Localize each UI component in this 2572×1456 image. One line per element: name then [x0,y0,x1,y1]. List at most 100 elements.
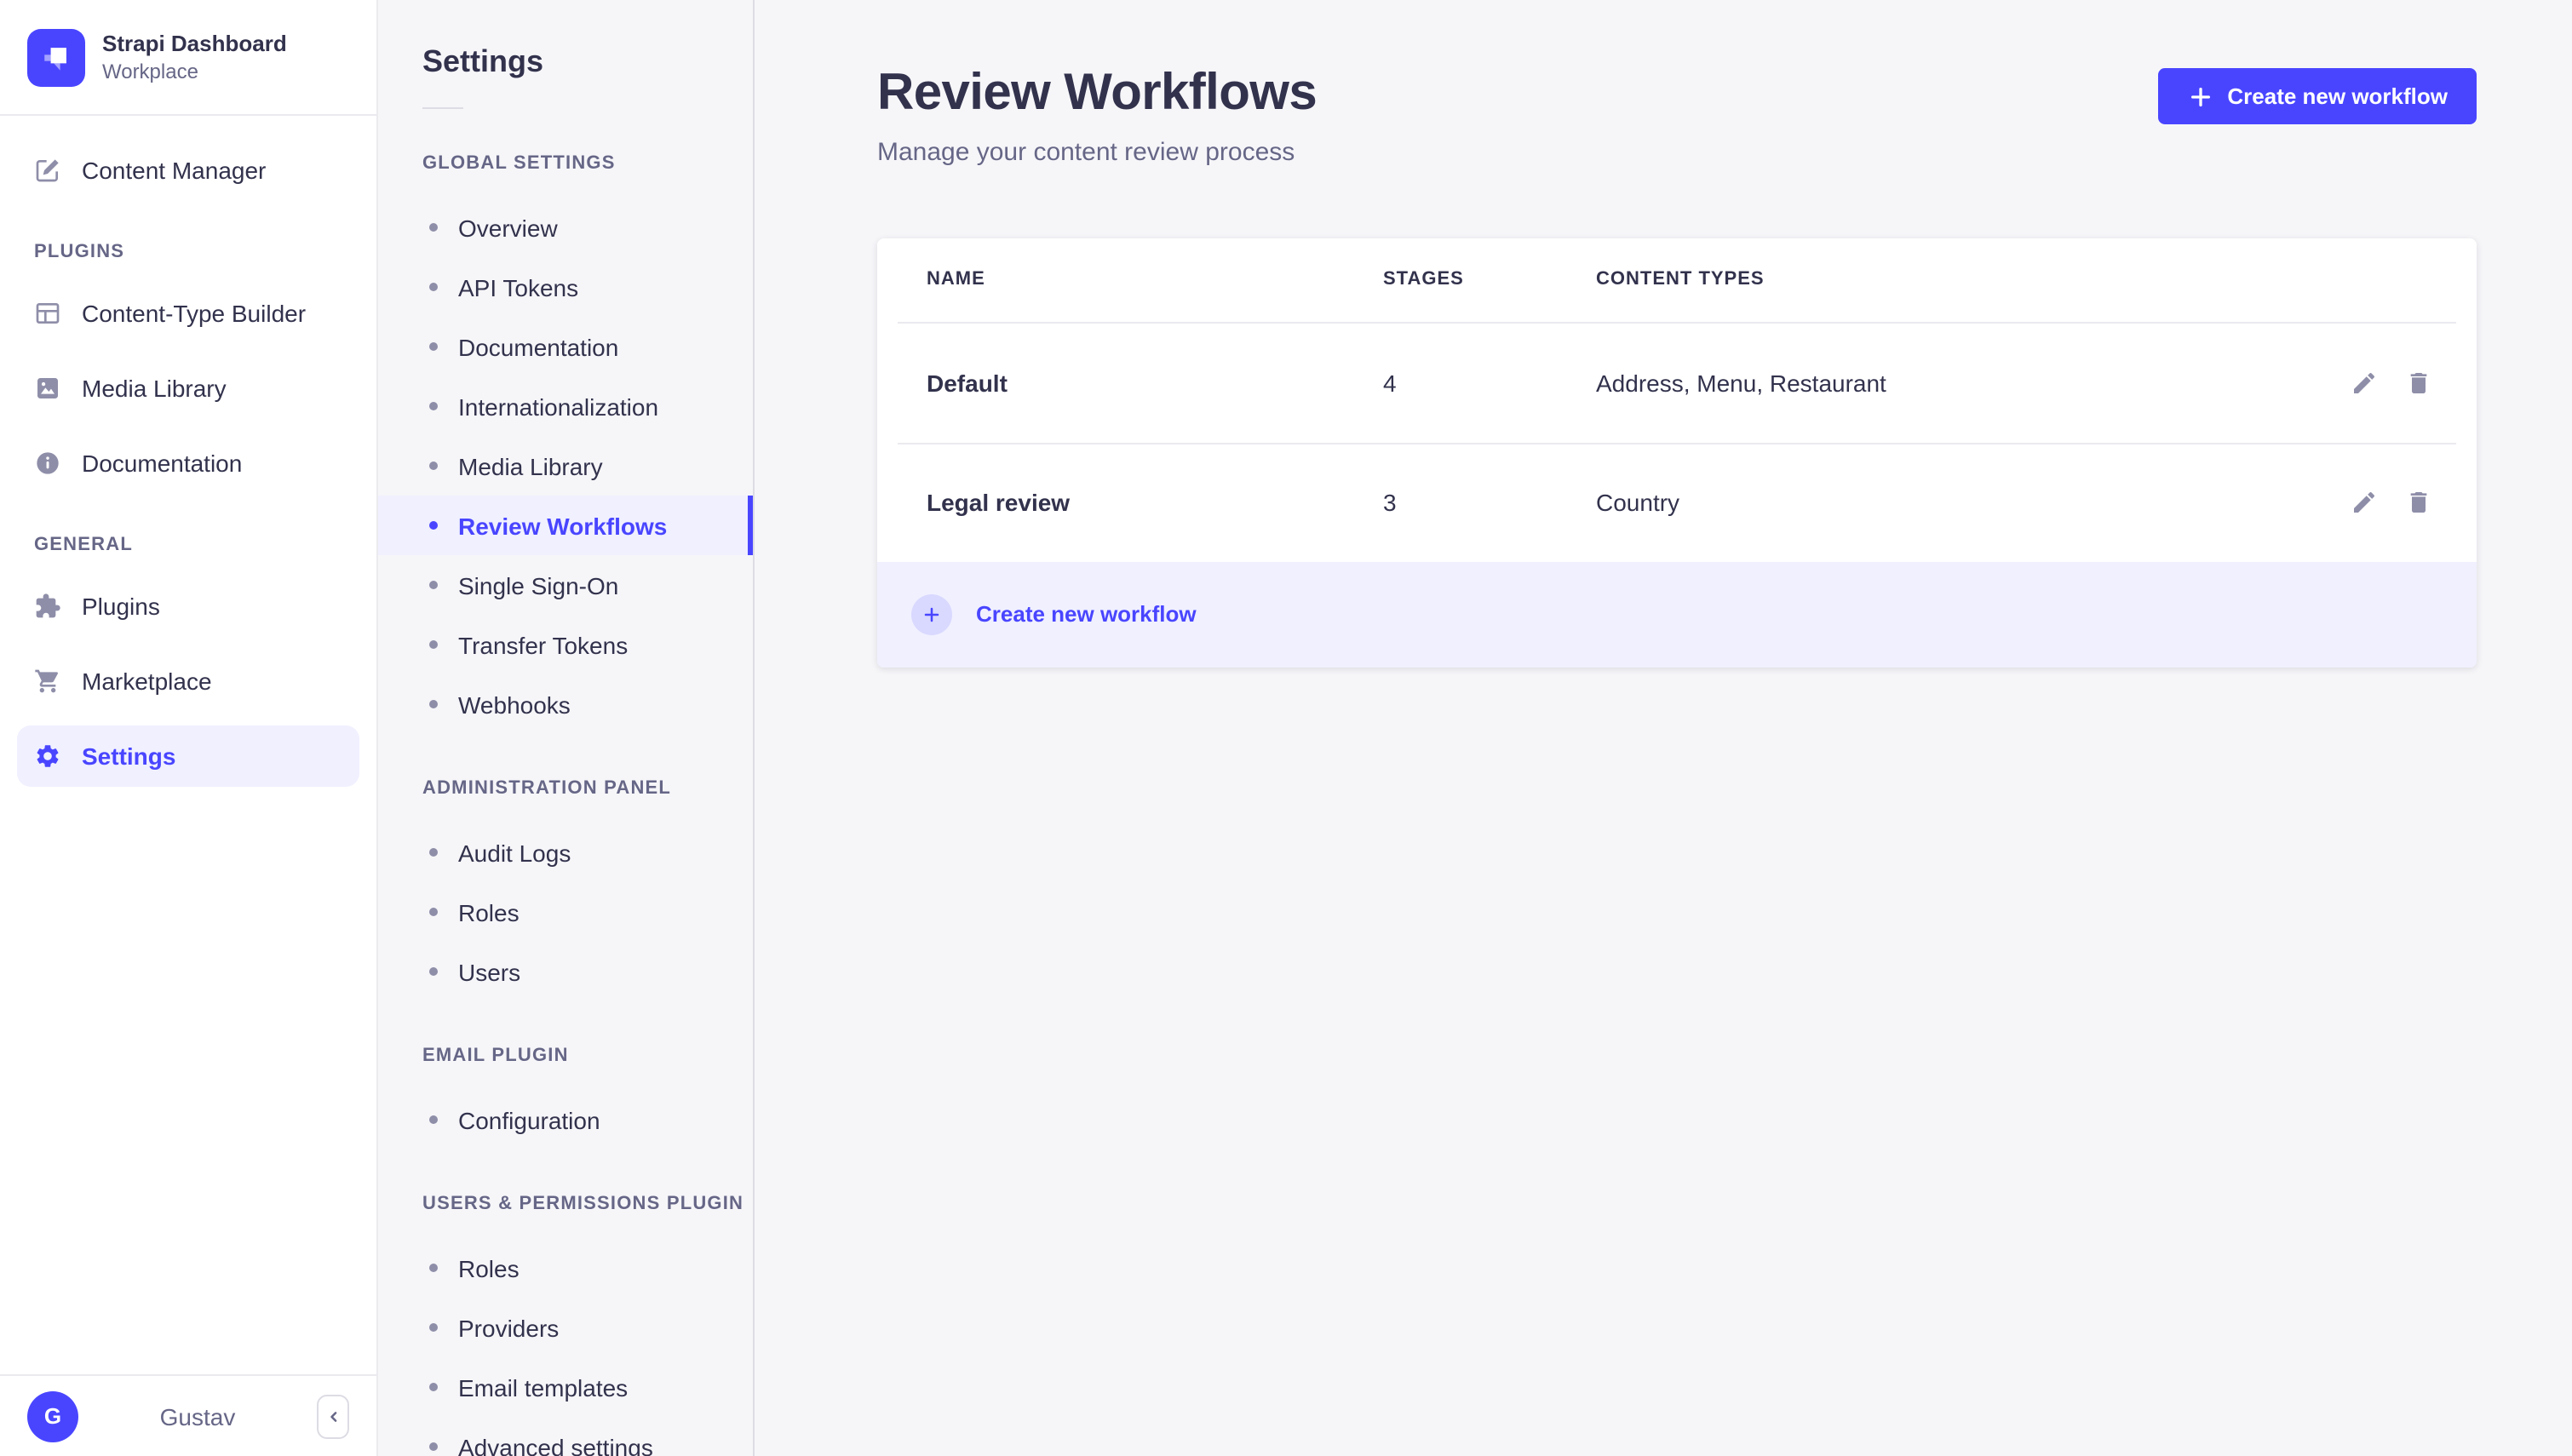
bullet-icon [429,283,438,291]
bullet-icon [429,640,438,649]
bullet-icon [429,223,438,232]
workspace-brand: Strapi Dashboard Workplace [0,0,376,116]
settings-item-transfer-tokens[interactable]: Transfer Tokens [378,615,753,674]
settings-item-label: Single Sign-On [458,571,619,599]
workflows-table-card: NAME STAGES CONTENT TYPES Default 4 Addr… [877,238,2477,667]
settings-item-documentation[interactable]: Documentation [378,317,753,376]
settings-item-label: Configuration [458,1106,600,1133]
settings-item-internationalization[interactable]: Internationalization [378,376,753,436]
section-email-plugin: EMAIL PLUGIN [422,1046,569,1066]
settings-item-webhooks[interactable]: Webhooks [378,674,753,734]
sidebar-nav: Content Manager PLUGINS Content-Type Bui… [0,116,376,1374]
settings-item-label: Internationalization [458,393,659,420]
settings-item-single-sign-on[interactable]: Single Sign-On [378,555,753,615]
settings-item-label: Review Workflows [458,512,668,539]
bullet-icon [429,521,438,530]
workspace-title: Strapi Dashboard [102,30,287,56]
layout-icon [34,300,61,327]
bullet-icon [429,402,438,410]
bullet-icon [429,700,438,708]
workflow-name: Legal review [927,489,1071,516]
workflow-stages: 3 [1383,489,1397,516]
sidebar-item-label: Marketplace [82,668,212,695]
sidebar-item-label: Documentation [82,450,243,477]
bullet-icon [429,848,438,857]
section-administration-panel: ADMINISTRATION PANEL [422,778,672,799]
settings-item-overview[interactable]: Overview [378,198,753,257]
page-title: Review Workflows [877,65,1318,121]
footer-create-workflow-label: Create new workflow [976,601,1197,627]
trash-icon [2410,372,2427,393]
settings-item-audit-logs[interactable]: Audit Logs [378,823,753,882]
delete-workflow-button[interactable] [2405,489,2432,516]
workflow-content-types: Address, Menu, Restaurant [1596,369,1886,396]
pencil-icon [2354,371,2375,393]
sidebar-collapse-button[interactable] [317,1394,349,1438]
settings-item-label: API Tokens [458,273,579,301]
settings-item-label: Documentation [458,333,619,360]
settings-item-email-templates[interactable]: Email templates [378,1357,753,1417]
username: Gustav [159,1402,236,1430]
settings-item-label: Users [458,958,521,985]
settings-item-email-configuration[interactable]: Configuration [378,1090,753,1149]
bullet-icon [429,581,438,589]
settings-item-admin-roles[interactable]: Roles [378,882,753,942]
sidebar-item-label: Media Library [82,375,227,402]
divider [422,107,463,109]
settings-item-label: Audit Logs [458,839,571,866]
settings-item-admin-users[interactable]: Users [378,942,753,1001]
sidebar-item-content-type-builder[interactable]: Content-Type Builder [17,283,359,344]
settings-item-label: Overview [458,214,558,241]
settings-item-up-roles[interactable]: Roles [378,1238,753,1298]
pencil-icon [2354,491,2375,513]
settings-item-providers[interactable]: Providers [378,1298,753,1357]
settings-item-api-tokens[interactable]: API Tokens [378,257,753,317]
cart-icon [34,668,61,695]
column-header-name: NAME [927,269,985,289]
column-header-stages: STAGES [1383,269,1464,289]
bullet-icon [429,967,438,976]
bullet-icon [429,461,438,470]
settings-item-label: Roles [458,1254,520,1281]
gear-icon [34,742,61,770]
sidebar-item-label: Plugins [82,593,160,620]
plus-icon [2186,83,2213,110]
edit-workflow-button[interactable] [2351,489,2378,516]
settings-item-label: Media Library [458,452,603,479]
settings-item-label: Webhooks [458,691,571,718]
sidebar-item-documentation[interactable]: Documentation [17,433,359,494]
info-icon [34,450,61,477]
settings-item-label: Roles [458,898,520,926]
settings-item-label: Email templates [458,1373,629,1401]
page-subtitle: Manage your content review process [877,137,1295,166]
table-row-default: Default 4 Address, Menu, Restaurant [898,323,2456,442]
pen-square-icon [34,157,61,184]
settings-item-media-library[interactable]: Media Library [378,436,753,496]
workflow-content-types: Country [1596,489,1680,516]
sidebar-item-marketplace[interactable]: Marketplace [17,651,359,712]
table-footer-create-workflow-button[interactable]: Create new workflow [877,561,2477,667]
settings-subnav-title: Settings [422,44,544,78]
delete-workflow-button[interactable] [2405,369,2432,396]
sidebar-item-content-manager[interactable]: Content Manager [17,140,359,201]
sidebar-item-label: Content Manager [82,157,267,184]
workspace-subtitle: Workplace [102,60,198,84]
image-icon [34,375,61,402]
create-new-workflow-label: Create new workflow [2227,83,2448,109]
bullet-icon [429,342,438,351]
strapi-logo-icon [27,28,85,86]
workflow-name: Default [927,369,1008,396]
settings-item-review-workflows[interactable]: Review Workflows [378,496,753,555]
sidebar-item-plugins[interactable]: Plugins [17,576,359,637]
bullet-icon [429,1383,438,1391]
edit-workflow-button[interactable] [2351,369,2378,396]
sidebar-item-settings[interactable]: Settings [17,725,359,787]
section-users-permissions-plugin: USERS & PERMISSIONS PLUGIN [422,1194,744,1214]
sidebar-item-media-library[interactable]: Media Library [17,358,359,419]
settings-item-advanced-settings[interactable]: Advanced settings [378,1417,753,1456]
section-global-settings: GLOBAL SETTINGS [422,153,616,174]
page-header: Review Workflows Manage your content rev… [877,65,2477,166]
create-new-workflow-button[interactable]: Create new workflow [2157,68,2477,124]
plus-circle-icon [911,593,952,634]
puzzle-icon [34,593,61,620]
